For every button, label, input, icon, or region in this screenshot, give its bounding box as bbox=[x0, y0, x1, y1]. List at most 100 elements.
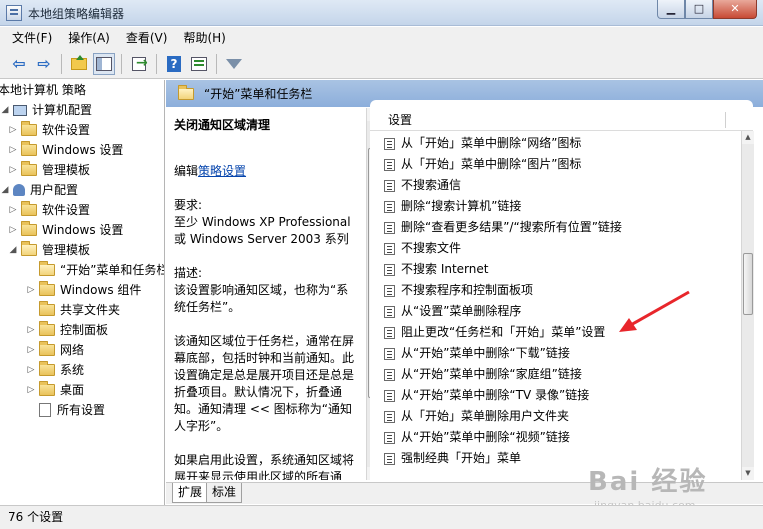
list-item[interactable]: 从「开始」菜单中删除“网络”图标 bbox=[384, 133, 581, 154]
tree-item-shared-folders[interactable]: 共享文件夹 bbox=[26, 300, 120, 320]
collapsed-triangle-icon[interactable]: ▷ bbox=[26, 360, 36, 380]
maximize-button[interactable]: □ bbox=[685, 0, 713, 19]
list-item[interactable]: 不搜索程序和控制面板项 bbox=[384, 280, 533, 301]
properties-button[interactable] bbox=[188, 53, 210, 75]
settings-list-scrollbar[interactable]: ▲ ▼ bbox=[741, 131, 754, 480]
list-item[interactable]: 从「开始」菜单删除用户文件夹 bbox=[384, 406, 569, 427]
menu-view[interactable]: 查看(V) bbox=[118, 27, 176, 49]
all-settings-icon bbox=[39, 403, 51, 417]
scroll-down-icon[interactable]: ▼ bbox=[742, 467, 754, 480]
policy-setting-icon bbox=[384, 326, 395, 339]
collapsed-triangle-icon[interactable]: ▷ bbox=[8, 160, 18, 180]
list-item[interactable]: 从「开始」菜单中删除“图片”图标 bbox=[384, 154, 581, 175]
policy-setting-icon bbox=[384, 347, 395, 360]
tree-item-control-panel[interactable]: ▷ 控制面板 bbox=[26, 320, 108, 340]
collapsed-triangle-icon[interactable]: ▷ bbox=[26, 340, 36, 360]
list-item[interactable]: 不搜索 Internet bbox=[384, 259, 488, 280]
column-header-setting[interactable]: 设置 bbox=[370, 109, 753, 131]
extended-description-pane: 关闭通知区域清理 编辑策略设置 要求: 至少 Windows XP Profes… bbox=[166, 108, 366, 480]
tree-item-user-config[interactable]: ◢ 用户配置 bbox=[0, 180, 78, 200]
tree-item-label: 管理模板 bbox=[42, 163, 91, 177]
list-item[interactable]: 强制经典「开始」菜单 bbox=[384, 448, 521, 469]
collapsed-triangle-icon[interactable]: ▷ bbox=[8, 220, 18, 240]
list-item[interactable]: 从“开始”菜单中删除“家庭组”链接 bbox=[384, 364, 582, 385]
tree-item-software-settings[interactable]: ▷ 软件设置 bbox=[8, 200, 90, 220]
show-hide-tree-button[interactable] bbox=[93, 52, 115, 75]
folder-icon bbox=[21, 201, 37, 216]
expanded-triangle-icon[interactable]: ◢ bbox=[0, 180, 10, 200]
back-button[interactable]: ⇦ bbox=[8, 53, 30, 75]
collapsed-triangle-icon[interactable]: ▷ bbox=[26, 320, 36, 340]
collapsed-triangle-icon[interactable]: ▷ bbox=[8, 200, 18, 220]
list-item-label: 不搜索程序和控制面板项 bbox=[401, 283, 534, 297]
expanded-triangle-icon[interactable]: ◢ bbox=[8, 240, 18, 260]
tree-item-label: 网络 bbox=[60, 343, 85, 357]
folder-open-icon bbox=[178, 84, 194, 100]
list-item-label: 删除“搜索计算机”链接 bbox=[401, 199, 522, 213]
tree-item-desktop[interactable]: ▷ 桌面 bbox=[26, 380, 84, 400]
policy-setting-icon bbox=[384, 179, 395, 192]
edit-policy-settings-link[interactable]: 策略设置 bbox=[198, 164, 246, 178]
collapsed-triangle-icon[interactable]: ▷ bbox=[26, 380, 36, 400]
tree-item-computer-config[interactable]: ◢ 计算机配置 bbox=[0, 100, 92, 120]
tree-item-local-computer-policy[interactable]: 本地计算机 策略 bbox=[0, 80, 86, 100]
list-item[interactable]: 从“设置”菜单删除程序 bbox=[384, 301, 521, 322]
requirements-label: 要求: bbox=[174, 198, 203, 212]
up-one-level-button[interactable] bbox=[68, 53, 90, 75]
console-tree[interactable]: 本地计算机 策略 ◢ 计算机配置 ▷ 软件设置 ▷ Windows 设置 ▷ 管… bbox=[0, 80, 165, 505]
arrow-shaft bbox=[628, 290, 690, 328]
policy-setting-icon bbox=[384, 368, 395, 381]
menu-action[interactable]: 操作(A) bbox=[60, 27, 118, 49]
tree-item-admin-templates[interactable]: ▷ 管理模板 bbox=[8, 160, 90, 180]
tree-item-software-settings[interactable]: ▷ 软件设置 bbox=[8, 120, 90, 140]
tree-item-windows-settings[interactable]: ▷ Windows 设置 bbox=[8, 220, 123, 240]
tree-item-start-menu-taskbar[interactable]: “开始”菜单和任务栏 bbox=[26, 260, 164, 280]
help-button[interactable]: ? bbox=[163, 53, 185, 75]
list-item-label: 删除“查看更多结果”/“搜索所有位置”链接 bbox=[401, 220, 622, 234]
list-item[interactable]: 从“开始”菜单中删除“视频”链接 bbox=[384, 427, 570, 448]
details-title: “开始”菜单和任务栏 bbox=[204, 87, 313, 101]
filter-button[interactable] bbox=[223, 53, 245, 75]
list-item[interactable]: 删除“搜索计算机”链接 bbox=[384, 196, 521, 217]
list-item-prevent-taskbar-start-settings[interactable]: 阻止更改“任务栏和「开始」菜单”设置 bbox=[384, 322, 605, 343]
list-item[interactable]: 不搜索通信 bbox=[384, 175, 461, 196]
expanded-triangle-icon[interactable]: ◢ bbox=[0, 100, 10, 120]
tree-item-label: 本地计算机 策略 bbox=[0, 83, 86, 97]
tree-item-system[interactable]: ▷ 系统 bbox=[26, 360, 84, 380]
list-item[interactable]: 从“开始”菜单中删除“TV 录像”链接 bbox=[384, 385, 589, 406]
policy-setting-icon bbox=[384, 242, 395, 255]
tree-item-label: 软件设置 bbox=[42, 203, 91, 217]
user-icon bbox=[13, 184, 25, 196]
column-separator[interactable] bbox=[725, 112, 726, 128]
description-text: 设置确定是总是展开项目还是总是 bbox=[174, 368, 355, 382]
tab-extended[interactable]: 扩展 bbox=[172, 483, 209, 503]
collapsed-triangle-icon[interactable]: ▷ bbox=[8, 140, 18, 160]
tab-standard[interactable]: 标准 bbox=[206, 483, 243, 503]
forward-button[interactable]: ⇨ bbox=[33, 53, 55, 75]
tree-item-windows-components[interactable]: ▷ Windows 组件 bbox=[26, 280, 141, 300]
list-item[interactable]: 从“开始”菜单中删除“下载”链接 bbox=[384, 343, 570, 364]
description-text: 人字形”。 bbox=[174, 419, 229, 433]
tree-item-admin-templates[interactable]: ◢ 管理模板 bbox=[8, 240, 90, 260]
collapsed-triangle-icon[interactable]: ▷ bbox=[8, 120, 18, 140]
list-item-label: 从「开始」菜单中删除“图片”图标 bbox=[401, 157, 582, 171]
export-list-button[interactable] bbox=[128, 53, 150, 75]
settings-list[interactable]: 设置 从「开始」菜单中删除“网络”图标 从「开始」菜单中删除“图片”图标 不搜索… bbox=[370, 100, 753, 480]
minimize-button[interactable]: ▁ bbox=[657, 0, 685, 19]
policy-setting-icon bbox=[384, 410, 395, 423]
folder-icon bbox=[39, 341, 55, 356]
tree-item-windows-settings[interactable]: ▷ Windows 设置 bbox=[8, 140, 123, 160]
tree-item-all-settings[interactable]: 所有设置 bbox=[26, 400, 105, 420]
tree-item-network[interactable]: ▷ 网络 bbox=[26, 340, 84, 360]
scroll-thumb[interactable] bbox=[743, 253, 753, 315]
close-button[interactable]: ✕ bbox=[713, 0, 757, 19]
list-item-label: 不搜索通信 bbox=[401, 178, 462, 192]
collapsed-triangle-icon[interactable]: ▷ bbox=[26, 280, 36, 300]
menu-file[interactable]: 文件(F) bbox=[0, 27, 60, 49]
list-item[interactable]: 不搜索文件 bbox=[384, 238, 461, 259]
list-item[interactable]: 删除“查看更多结果”/“搜索所有位置”链接 bbox=[384, 217, 622, 238]
menu-help[interactable]: 帮助(H) bbox=[175, 27, 233, 49]
scroll-up-icon[interactable]: ▲ bbox=[742, 131, 754, 144]
